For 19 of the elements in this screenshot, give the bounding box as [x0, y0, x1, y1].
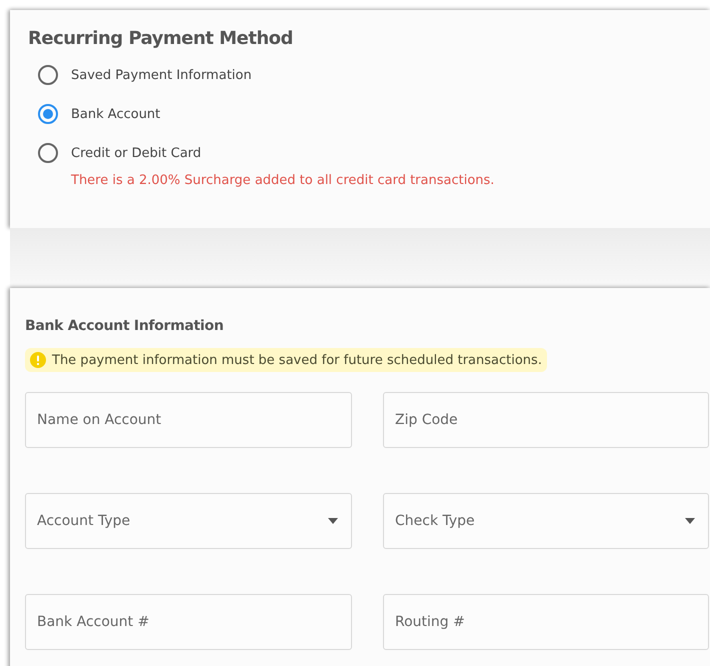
caret-icon: [328, 518, 338, 524]
radio-button[interactable]: [38, 143, 58, 163]
section-title: Recurring Payment Method: [28, 28, 294, 49]
notice-text: The payment information must be saved for future scheduled transactions.: [52, 352, 542, 368]
caret-icon: [685, 518, 695, 524]
section-title: Bank Account Information: [25, 318, 225, 334]
radio-button[interactable]: [38, 104, 58, 124]
surcharge-note: There is a 2.00% Surcharge added to all credit card transactions.: [71, 173, 496, 188]
dropdown-field[interactable]: Account Type: [25, 493, 352, 549]
radio-button[interactable]: [38, 65, 58, 85]
input-field[interactable]: Routing #: [383, 594, 709, 650]
warning-icon: [30, 352, 46, 368]
option-label: Bank Account: [71, 106, 160, 122]
input-field[interactable]: Bank Account #: [25, 594, 352, 650]
dropdown-field[interactable]: Check Type: [383, 493, 709, 549]
option-label: Credit or Debit Card: [71, 146, 202, 160]
option-label: Saved Payment Information: [71, 68, 252, 82]
input-field[interactable]: Zip Code: [383, 392, 709, 448]
input-field[interactable]: Name on Account: [25, 392, 352, 448]
